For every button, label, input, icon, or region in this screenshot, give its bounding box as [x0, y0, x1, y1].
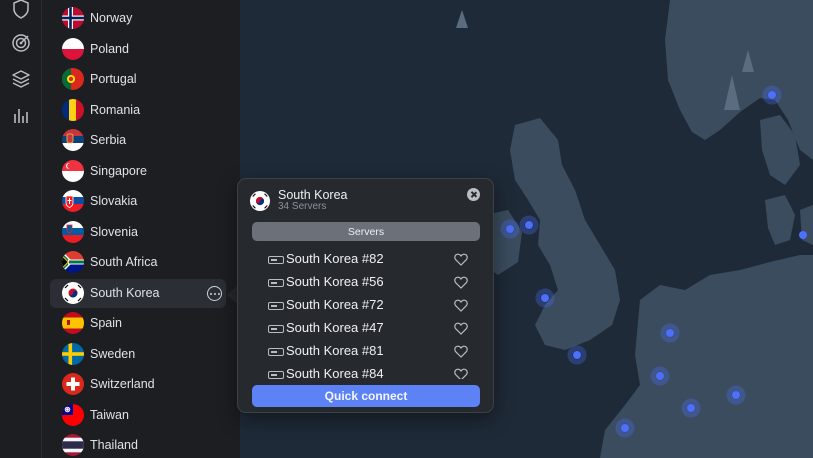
country-name: Switzerland [90, 377, 155, 391]
server-icon [268, 348, 284, 356]
slovenia-flag-icon [62, 221, 84, 243]
country-item-singapore[interactable]: Singapore [50, 157, 226, 186]
country-name: South Korea [90, 286, 160, 300]
favorite-heart-icon[interactable] [454, 299, 468, 312]
popup-pointer [227, 286, 237, 304]
switzerland-flag-icon [62, 373, 84, 395]
country-name: Singapore [90, 164, 147, 178]
quick-connect-button[interactable]: Quick connect [252, 385, 480, 407]
icon-rail [0, 0, 42, 458]
country-name: Sweden [90, 347, 136, 361]
server-list: South Korea #82 South Korea #56 South Ko… [252, 249, 480, 379]
country-name: Thailand [90, 438, 138, 452]
country-item-serbia[interactable]: Serbia [50, 126, 226, 155]
favorite-heart-icon[interactable] [454, 368, 468, 379]
server-row[interactable]: South Korea #82 [252, 249, 480, 272]
country-name: Slovakia [90, 194, 138, 208]
country-item-switzerland[interactable]: Switzerland [50, 370, 226, 399]
country-item-romania[interactable]: Romania [50, 96, 226, 125]
more-options-button[interactable] [207, 286, 222, 301]
country-item-south-korea[interactable]: South Korea [50, 279, 226, 308]
country-item-south-africa[interactable]: South Africa [50, 248, 226, 277]
server-row[interactable]: South Korea #84 [252, 364, 480, 379]
south-korea-flag-icon [62, 282, 84, 304]
country-list: Norway Poland Portugal Romania Serbia Si… [42, 0, 276, 458]
server-row[interactable]: South Korea #81 [252, 341, 480, 364]
country-name: Spain [90, 316, 122, 330]
country-name: Romania [90, 103, 141, 117]
server-count: 34 Servers [278, 201, 327, 212]
country-item-poland[interactable]: Poland [50, 35, 226, 64]
server-row[interactable]: South Korea #56 [252, 272, 480, 295]
tab-servers[interactable]: Servers [252, 222, 480, 241]
portugal-flag-icon [62, 68, 84, 90]
country-name: Norway [90, 11, 133, 25]
server-name: South Korea #81 [286, 343, 384, 358]
favorite-heart-icon[interactable] [454, 345, 468, 358]
south-korea-flag-icon [250, 191, 270, 211]
country-item-thailand[interactable]: Thailand [50, 431, 226, 458]
server-icon [268, 256, 284, 264]
server-name: South Korea #84 [286, 366, 384, 379]
norway-flag-icon [62, 7, 84, 29]
layers-icon[interactable] [9, 67, 33, 91]
country-name: Poland [90, 42, 129, 56]
favorite-heart-icon[interactable] [454, 322, 468, 335]
country-name: Serbia [90, 133, 127, 147]
south-africa-flag-icon [62, 251, 84, 273]
spain-flag-icon [62, 312, 84, 334]
favorite-heart-icon[interactable] [454, 276, 468, 289]
server-name: South Korea #56 [286, 274, 384, 289]
serbia-flag-icon [62, 129, 84, 151]
server-icon [268, 279, 284, 287]
taiwan-flag-icon [62, 404, 84, 426]
server-row[interactable]: South Korea #47 [252, 318, 480, 341]
country-item-portugal[interactable]: Portugal [50, 65, 226, 94]
country-item-norway[interactable]: Norway [50, 4, 226, 33]
server-icon [268, 371, 284, 379]
close-button[interactable] [467, 188, 480, 201]
country-name: Portugal [90, 72, 137, 86]
country-name: Taiwan [90, 408, 129, 422]
stats-icon[interactable] [9, 103, 33, 127]
country-name: South Africa [90, 255, 158, 269]
country-name: Slovenia [90, 225, 138, 239]
country-item-sweden[interactable]: Sweden [50, 340, 226, 369]
server-name: South Korea #82 [286, 251, 384, 266]
country-item-slovakia[interactable]: Slovakia [50, 187, 226, 216]
singapore-flag-icon [62, 160, 84, 182]
target-icon[interactable] [9, 31, 33, 55]
country-item-spain[interactable]: Spain [50, 309, 226, 338]
romania-flag-icon [62, 99, 84, 121]
country-item-taiwan[interactable]: Taiwan [50, 401, 226, 430]
server-icon [268, 302, 284, 310]
thailand-flag-icon [62, 434, 84, 456]
country-item-slovenia[interactable]: Slovenia [50, 218, 226, 247]
favorite-heart-icon[interactable] [454, 253, 468, 266]
sweden-flag-icon [62, 343, 84, 365]
slovakia-flag-icon [62, 190, 84, 212]
server-name: South Korea #47 [286, 320, 384, 335]
server-popup: South Korea 34 Servers Servers South Kor… [237, 178, 494, 413]
server-row[interactable]: South Korea #72 [252, 295, 480, 318]
shield-icon[interactable] [9, 0, 33, 21]
server-name: South Korea #72 [286, 297, 384, 312]
popup-title: South Korea [278, 188, 348, 202]
poland-flag-icon [62, 38, 84, 60]
server-icon [268, 325, 284, 333]
